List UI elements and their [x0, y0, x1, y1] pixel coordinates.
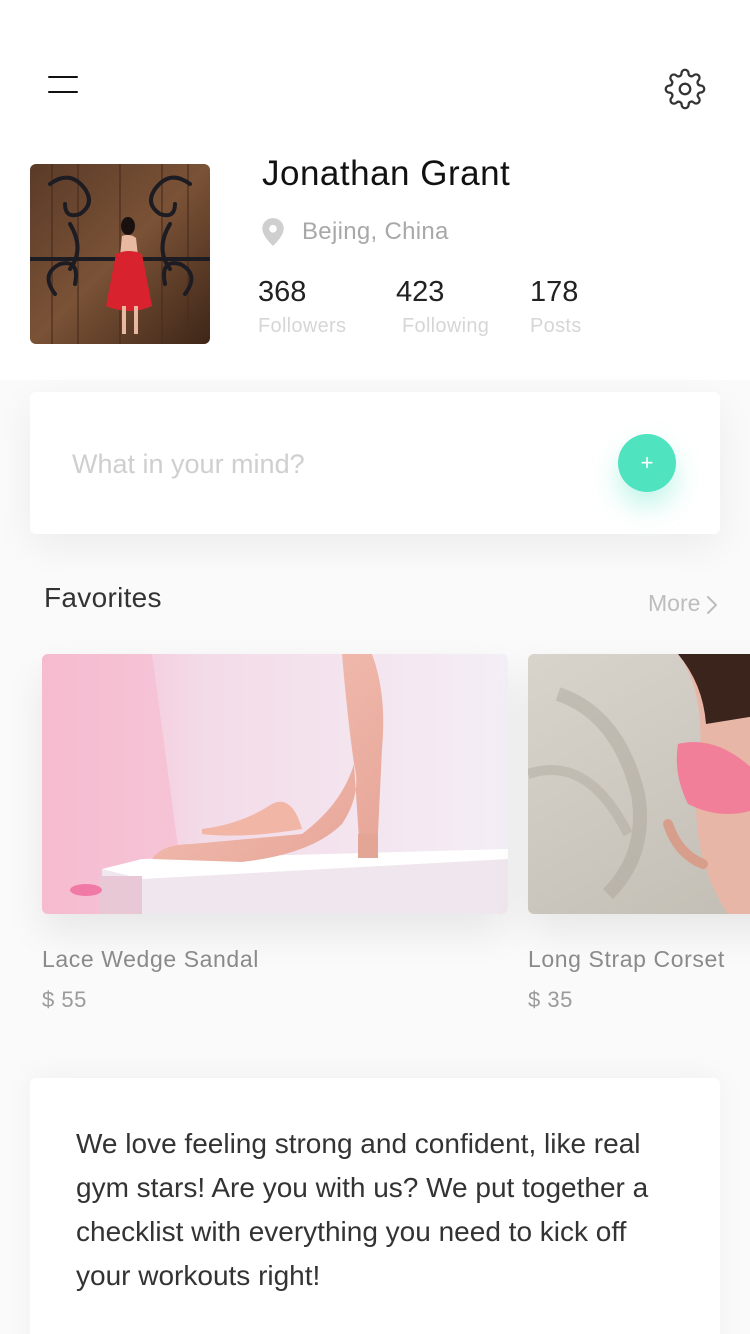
stat-value: 423	[396, 276, 445, 308]
chevron-right-icon	[707, 596, 718, 614]
add-button[interactable]: +	[618, 434, 676, 492]
product-name: Long Strap Corset	[528, 946, 725, 972]
stat-label: Followers	[258, 315, 347, 337]
top-bar	[0, 0, 750, 140]
stat-posts[interactable]: 178 Posts	[530, 276, 582, 338]
gear-icon[interactable]	[664, 68, 706, 110]
post-text: We love feeling strong and confident, li…	[76, 1128, 649, 1291]
stat-value: 178	[530, 276, 579, 308]
stat-label: Following	[402, 315, 490, 337]
more-link[interactable]: More	[648, 588, 718, 618]
stat-label: Posts	[530, 315, 582, 337]
favorite-card[interactable]: Lace Wedge Sandal $ 55	[42, 654, 508, 1013]
product-image-corset[interactable]	[528, 654, 750, 914]
product-price: $ 35	[528, 987, 573, 1012]
menu-icon[interactable]	[48, 76, 80, 96]
favorite-card[interactable]: Long Strap Corset $ 35	[528, 654, 750, 1013]
product-price: $ 55	[42, 987, 87, 1012]
stat-followers[interactable]: 368 Followers	[258, 276, 346, 338]
profile-header: Jonathan Grant Bejing, China 368 Followe…	[0, 140, 750, 380]
plus-icon: +	[640, 450, 654, 475]
profile-screen: Jonathan Grant Bejing, China 368 Followe…	[0, 0, 750, 1334]
location-pin-icon	[262, 218, 284, 246]
stat-value: 368	[258, 276, 307, 308]
product-image-sandal[interactable]	[42, 654, 508, 914]
product-name: Lace Wedge Sandal	[42, 946, 259, 972]
post-card[interactable]: We love feeling strong and confident, li…	[30, 1078, 720, 1334]
profile-name: Jonathan Grant	[262, 154, 511, 193]
more-label: More	[648, 589, 701, 616]
location: Bejing, China	[260, 216, 449, 248]
favorites-title: Favorites	[44, 582, 162, 613]
avatar[interactable]	[30, 164, 210, 344]
compose-card: +	[30, 392, 720, 534]
stat-following[interactable]: 423 Following	[396, 276, 489, 338]
compose-input[interactable]	[72, 442, 592, 486]
location-text: Bejing, China	[302, 218, 449, 245]
